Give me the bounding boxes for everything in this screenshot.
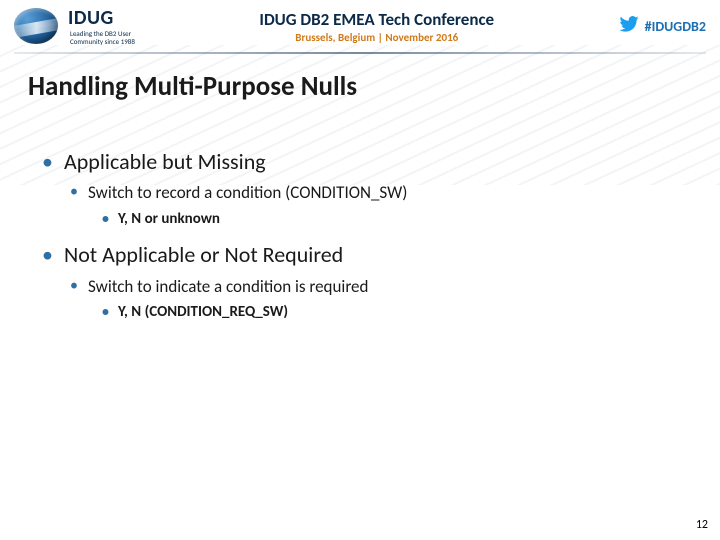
conference-block: IDUG DB2 EMEA Tech Conference Brussels, … [135,9,619,44]
globe-icon [14,8,58,44]
twitter-icon [619,16,639,36]
bullet-item: Y, N (CONDITION_REQ_SW) [88,303,690,322]
bullet-item: Applicable but Missing Switch to record … [38,149,690,228]
logo-block: IDUG Leading the DB2 User Community sinc… [14,6,135,45]
brand-tagline: Leading the DB2 User Community since 198… [70,30,135,45]
conference-title: IDUG DB2 EMEA Tech Conference [135,9,619,30]
bullet-text: Y, N (CONDITION_REQ_SW) [118,303,288,321]
conference-subtitle: Brussels, Belgium | November 2016 [135,31,619,44]
slide-title: Handling Multi-Purpose Nulls [28,70,720,103]
bullet-text: Switch to record a condition (CONDITION_… [88,182,407,203]
bullet-text: Applicable but Missing [64,148,266,175]
bullet-item: Y, N or unknown [88,210,690,229]
brand-text: IDUG Leading the DB2 User Community sinc… [68,6,135,45]
header: IDUG Leading the DB2 User Community sinc… [0,0,720,50]
bullet-item: Not Applicable or Not Required Switch to… [38,242,690,321]
bullet-text: Not Applicable or Not Required [64,241,343,268]
slide: IDUG Leading the DB2 User Community sinc… [0,0,720,540]
bullet-text: Y, N or unknown [118,210,220,228]
slide-body: Applicable but Missing Switch to record … [0,149,720,322]
bullet-list: Applicable but Missing Switch to record … [38,149,690,322]
tagline-line2: Community since 1988 [70,37,135,46]
bullet-item: Switch to record a condition (CONDITION_… [64,182,690,228]
hashtag-block: #IDUGDB2 [619,16,706,36]
header-rule [14,52,706,54]
page-number: 12 [696,518,708,532]
bullet-text: Switch to indicate a condition is requir… [88,276,368,297]
hashtag-text: #IDUGDB2 [645,18,706,35]
bullet-item: Switch to indicate a condition is requir… [64,276,690,322]
brand-name: IDUG [68,6,135,30]
